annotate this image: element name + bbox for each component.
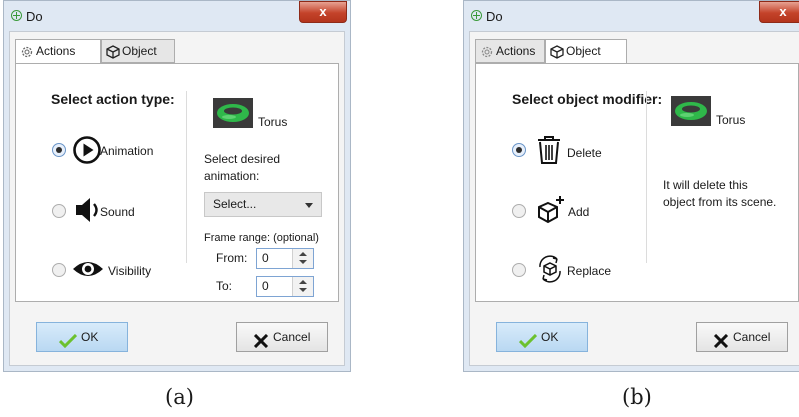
checkmark-icon — [518, 330, 538, 358]
animation-label-line2: animation: — [204, 169, 260, 183]
ok-button[interactable]: OK — [36, 322, 128, 352]
stepper-up-icon[interactable] — [299, 252, 307, 256]
divider — [186, 91, 187, 263]
x-icon — [253, 330, 269, 358]
play-circle-icon — [72, 135, 102, 170]
option-visibility-label: Visibility — [108, 264, 152, 278]
tab-actions-label: Actions — [36, 44, 76, 58]
radio-sound[interactable] — [52, 204, 66, 218]
dialog-object: Do x Actions Object Select object modifi… — [463, 0, 799, 372]
to-stepper-buttons[interactable] — [292, 277, 313, 296]
tab-actions[interactable]: Actions — [15, 39, 101, 64]
title-bar: Do x — [4, 1, 350, 31]
cube-icon — [550, 44, 564, 59]
option-sound-label: Sound — [100, 205, 135, 219]
ok-button[interactable]: OK — [496, 322, 588, 352]
radio-animation[interactable] — [52, 143, 66, 157]
radio-replace[interactable] — [512, 263, 526, 277]
radio-visibility[interactable] — [52, 263, 66, 277]
cancel-button[interactable]: Cancel — [696, 322, 788, 352]
object-name: Torus — [716, 113, 746, 127]
stepper-down-icon[interactable] — [299, 288, 307, 292]
cancel-button[interactable]: Cancel — [236, 322, 328, 352]
frame-range-label: Frame range: (optional) — [204, 232, 319, 244]
from-stepper[interactable]: 0 — [256, 248, 314, 269]
torus-thumbnail — [671, 96, 711, 126]
to-value: 0 — [262, 279, 269, 293]
gear-icon — [480, 44, 494, 58]
tab-object-label: Object — [566, 44, 601, 58]
radio-delete[interactable] — [512, 143, 526, 157]
replace-cube-icon — [536, 254, 564, 289]
tab-actions[interactable]: Actions — [475, 39, 545, 63]
window-title: Do — [486, 9, 503, 24]
ok-label: OK — [541, 330, 559, 344]
ok-label: OK — [81, 330, 99, 344]
tab-object[interactable]: Object — [545, 39, 627, 64]
chevron-down-icon — [305, 203, 313, 208]
cube-plus-icon — [536, 195, 566, 230]
to-stepper[interactable]: 0 — [256, 276, 314, 297]
cube-icon — [106, 44, 120, 59]
section-heading: Select object modifier: — [512, 91, 663, 107]
cancel-label: Cancel — [273, 330, 311, 344]
app-icon — [11, 10, 22, 21]
caption-a: (a) — [165, 385, 194, 409]
option-add-label: Add — [568, 205, 590, 219]
description-line2: object from its scene. — [663, 195, 777, 209]
section-heading: Select action type: — [51, 91, 175, 107]
description-line1: It will delete this — [663, 178, 748, 192]
divider — [646, 91, 647, 263]
object-name: Torus — [258, 115, 288, 129]
window-title: Do — [26, 9, 43, 24]
from-label: From: — [216, 251, 248, 265]
torus-thumbnail — [213, 98, 253, 128]
from-value: 0 — [262, 251, 269, 265]
option-animation-label: Animation — [100, 144, 154, 158]
from-stepper-buttons[interactable] — [292, 249, 313, 268]
option-delete-label: Delete — [567, 146, 602, 160]
x-icon — [713, 330, 729, 358]
tab-object-label: Object — [122, 44, 157, 58]
title-bar: Do x — [464, 1, 799, 31]
option-replace-label: Replace — [567, 264, 612, 278]
animation-select[interactable]: Select... — [204, 192, 322, 217]
animation-select-value: Select... — [213, 197, 257, 211]
to-label: To: — [216, 279, 233, 293]
stepper-down-icon[interactable] — [299, 260, 307, 264]
gear-icon — [20, 44, 34, 58]
close-button[interactable]: x — [759, 1, 799, 23]
app-icon — [471, 10, 482, 21]
animation-label-line1: Select desired — [204, 152, 281, 166]
stepper-up-icon[interactable] — [299, 280, 307, 284]
close-button[interactable]: x — [299, 1, 347, 23]
dialog-actions: Do x Actions Object Select action type: … — [3, 0, 351, 372]
tab-actions-label: Actions — [496, 44, 536, 58]
tab-object[interactable]: Object — [101, 39, 175, 63]
radio-add[interactable] — [512, 204, 526, 218]
trash-icon — [536, 135, 562, 170]
caption-b: (b) — [622, 385, 652, 409]
eye-icon — [72, 257, 104, 286]
checkmark-icon — [58, 330, 78, 358]
cancel-label: Cancel — [733, 330, 771, 344]
